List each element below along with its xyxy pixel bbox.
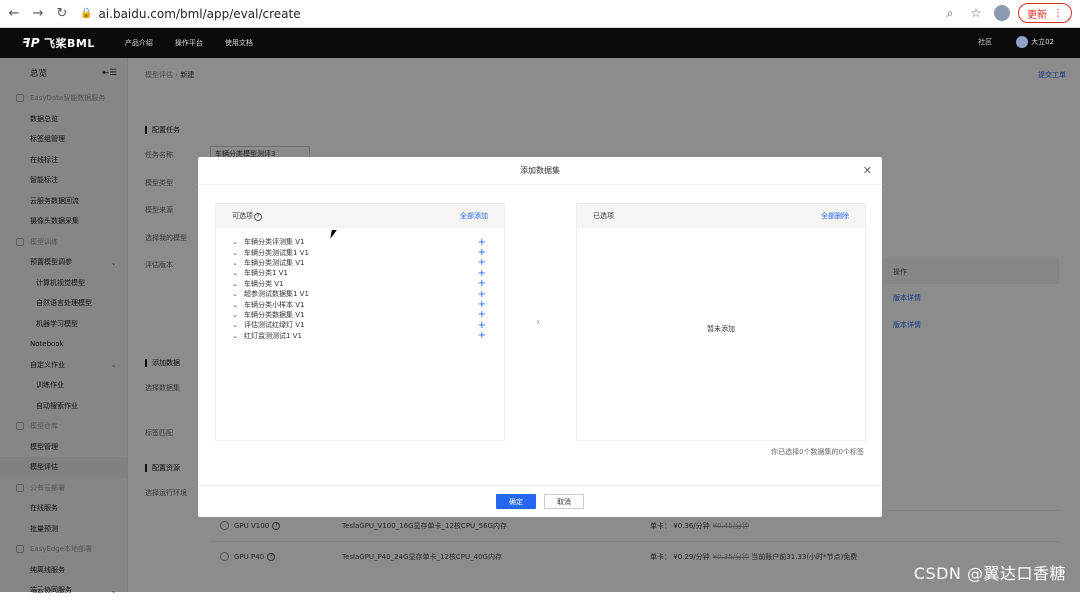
selection-summary: 你已选择0个数据集的0个标签 — [771, 447, 864, 457]
add-icon[interactable]: + — [478, 320, 486, 331]
chevron-down-icon[interactable]: ⌄ — [232, 269, 241, 277]
top-navbar: ꟻP飞桨BML 产品介绍 操作平台 使用文档 社区 大立02 — [0, 28, 1080, 58]
dataset-item[interactable]: ⌄超参测试数据集1 V1 + — [232, 289, 488, 299]
dataset-label: 超参测试数据集1 V1 — [244, 289, 309, 299]
dataset-item[interactable]: ⌄车辆分类测试集 V1 + — [232, 258, 488, 268]
dataset-item[interactable]: ⌄车辆分类1 V1 + — [232, 268, 488, 278]
chevron-down-icon[interactable]: ⌄ — [232, 332, 241, 340]
logo[interactable]: ꟻP飞桨BML — [22, 35, 95, 51]
dataset-label: 车辆分类测试集 V1 — [244, 258, 304, 268]
lock-icon: 🔒 — [80, 8, 92, 19]
add-icon[interactable]: + — [478, 268, 486, 279]
dataset-label: 车辆分类1 V1 — [244, 268, 288, 278]
address-bar[interactable]: ai.baidu.com/bml/app/eval/create — [98, 7, 300, 21]
close-icon[interactable]: ✕ — [863, 164, 872, 177]
star-icon[interactable]: ☆ — [966, 3, 986, 23]
dataset-label: 车辆分类小样本 V1 — [244, 300, 304, 310]
chevron-down-icon[interactable]: ⌄ — [232, 321, 241, 329]
dataset-label: 评估测试红绿灯 V1 — [244, 320, 304, 330]
chevron-down-icon[interactable]: ⌄ — [232, 301, 241, 309]
chevron-down-icon[interactable]: ⌄ — [232, 280, 241, 288]
dataset-item[interactable]: ⌄车辆分类 V1 + — [232, 279, 488, 289]
reload-icon[interactable]: ↻ — [52, 4, 72, 24]
dataset-item[interactable]: ⌄红灯监测测试1 V1 + — [232, 331, 488, 341]
profile-icon[interactable] — [992, 3, 1012, 23]
chevron-down-icon[interactable]: ⌄ — [232, 249, 241, 257]
add-icon[interactable]: + — [478, 237, 486, 248]
dataset-label: 红灯监测测试1 V1 — [244, 331, 302, 341]
dataset-label: 车辆分类评测集 V1 — [244, 237, 304, 247]
dataset-item[interactable]: ⌄评估测试红绿灯 V1 + — [232, 320, 488, 330]
zoom-icon[interactable]: ⌕ — [940, 3, 960, 23]
dialog-title: 添加数据集 — [198, 157, 882, 185]
dataset-label: 车辆分类数据集 V1 — [244, 310, 304, 320]
chevron-down-icon[interactable]: ⌄ — [232, 238, 241, 246]
add-icon[interactable]: + — [478, 289, 486, 300]
avatar — [1016, 36, 1028, 48]
add-dataset-dialog: 添加数据集 ✕ 可选项? 全部添加 ⌄车辆分类评测集 V1+⌄车辆分类测试集1 … — [198, 157, 882, 517]
dataset-item[interactable]: ⌄车辆分类小样本 V1 + — [232, 299, 488, 309]
add-icon[interactable]: + — [478, 247, 486, 258]
selected-title: 已选项 — [593, 211, 614, 221]
topnav-item[interactable]: 使用文档 — [225, 38, 253, 48]
selected-panel: 已选项 全部删除 暂未添加 — [576, 203, 866, 441]
add-icon[interactable]: + — [478, 278, 486, 289]
dataset-label: 车辆分类测试集1 V1 — [244, 248, 309, 258]
available-panel: 可选项? 全部添加 ⌄车辆分类评测集 V1+⌄车辆分类测试集1 V1+⌄车辆分类… — [215, 203, 505, 441]
dataset-label: 车辆分类 V1 — [244, 279, 283, 289]
delete-all-button[interactable]: 全部删除 — [821, 211, 849, 221]
watermark: CSDN @翼达口香糖 — [914, 560, 1066, 584]
add-icon[interactable]: + — [478, 299, 486, 310]
chevron-down-icon[interactable]: ⌄ — [232, 259, 241, 267]
mouse-cursor-icon — [330, 230, 340, 239]
dataset-item[interactable]: ⌄车辆分类数据集 V1 + — [232, 310, 488, 320]
topnav-item[interactable]: 操作平台 — [175, 38, 203, 48]
chevron-down-icon[interactable]: ⌄ — [232, 290, 241, 298]
cancel-button[interactable]: 取消 — [544, 494, 584, 509]
help-icon[interactable]: ? — [254, 213, 262, 221]
available-title: 可选项? — [232, 211, 262, 221]
back-icon[interactable]: ← — [4, 4, 24, 24]
empty-state: 暂未添加 — [577, 324, 865, 334]
add-icon[interactable]: + — [478, 330, 486, 341]
browser-toolbar: ← → ↻ 🔒 ai.baidu.com/bml/app/eval/create… — [0, 0, 1080, 28]
community-link[interactable]: 社区 — [978, 37, 992, 47]
chevron-down-icon[interactable]: ⌄ — [232, 311, 241, 319]
confirm-button[interactable]: 确定 — [496, 494, 536, 509]
add-icon[interactable]: + — [478, 257, 486, 268]
more-icon: ⋮ — [1053, 8, 1063, 19]
dialog-footer: 确定 取消 — [198, 485, 882, 517]
user-menu[interactable]: 大立02 — [1016, 36, 1054, 48]
update-button[interactable]: 更新⋮ — [1018, 3, 1072, 23]
dataset-item[interactable]: ⌄车辆分类评测集 V1 + — [232, 237, 488, 247]
forward-icon[interactable]: → — [28, 4, 48, 24]
dataset-item[interactable]: ⌄车辆分类测试集1 V1 + — [232, 247, 488, 257]
chevron-right-icon: › — [536, 317, 540, 328]
add-icon[interactable]: + — [478, 309, 486, 320]
add-all-button[interactable]: 全部添加 — [460, 211, 488, 221]
topnav-item[interactable]: 产品介绍 — [125, 38, 153, 48]
paddle-logo-icon: ꟻP — [22, 36, 40, 50]
